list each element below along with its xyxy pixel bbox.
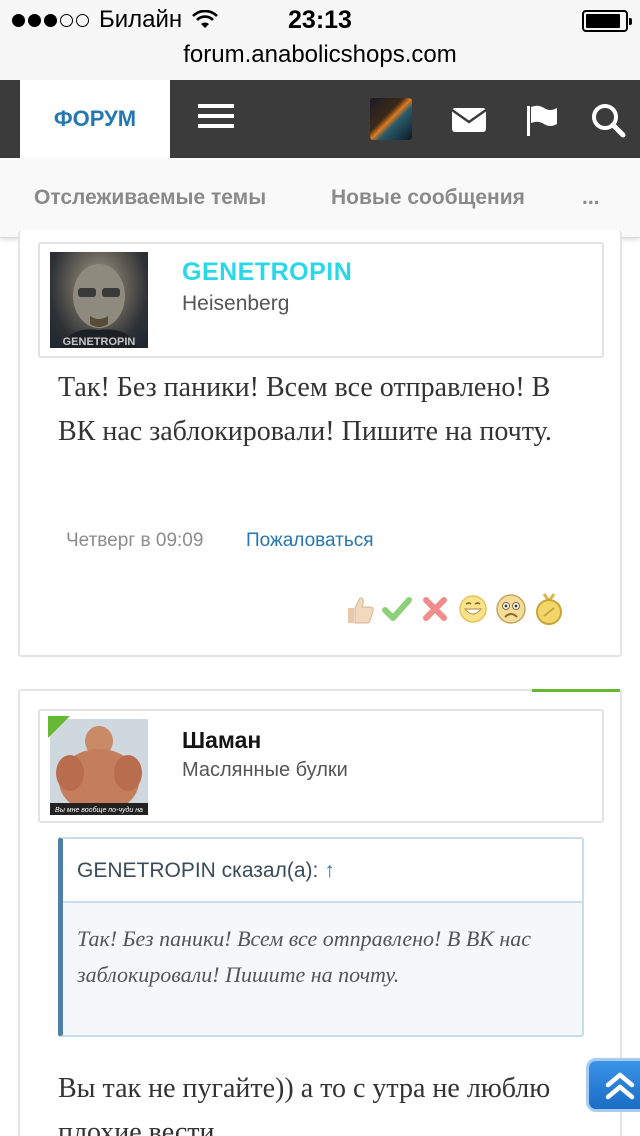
user-avatar[interactable]: [370, 98, 412, 140]
avatar-image: GENETROPIN: [50, 252, 148, 348]
quote-text: Так! Без паники! Всем все отправлено! В …: [77, 926, 532, 987]
status-bar: Билайн 23:13: [0, 0, 640, 40]
post: Вы мне вообще по-чуди на Шаман Маслянные…: [18, 689, 622, 1136]
new-post-indicator: [532, 689, 620, 692]
quote-header: GENETROPIN сказал(а): ↑: [63, 839, 582, 903]
tab-watched-threads[interactable]: Отслеживаемые темы: [34, 186, 266, 210]
username[interactable]: GENETROPIN: [182, 258, 352, 287]
tab-more[interactable]: ...: [582, 186, 600, 210]
search-icon[interactable]: [588, 100, 628, 140]
url-bar[interactable]: forum.anabolicshops.com: [0, 40, 640, 80]
sub-navigation: Отслеживаемые темы Новые сообщения ...: [0, 158, 640, 238]
avatar[interactable]: GENETROPIN: [40, 244, 158, 354]
post-date[interactable]: Четверг в 09:09: [66, 530, 203, 552]
menu-icon[interactable]: [198, 104, 234, 132]
grin-icon[interactable]: [456, 592, 490, 626]
quote-block: GENETROPIN сказал(а): ↑ Так! Без паники! …: [58, 837, 584, 1037]
flag-icon[interactable]: [522, 100, 562, 140]
report-link[interactable]: Пожаловаться: [246, 530, 374, 552]
double-chevron-up-icon: [605, 1072, 635, 1100]
battery-icon: [582, 10, 632, 32]
cross-icon[interactable]: [418, 592, 452, 626]
avatar-caption: GENETROPIN: [63, 336, 136, 348]
medal-icon[interactable]: [532, 592, 566, 626]
message-body: Вы так не пугайте)) а то с утра не люблю…: [58, 1073, 551, 1136]
scroll-to-top-button[interactable]: [586, 1058, 640, 1112]
post-author-block: GENETROPIN GENETROPIN Heisenberg: [38, 242, 604, 358]
tab-forum[interactable]: ФОРУМ: [20, 80, 170, 158]
post: GENETROPIN GENETROPIN Heisenberg Так! Бе…: [18, 230, 622, 657]
avatar[interactable]: Вы мне вообще по-чуди на: [40, 711, 158, 821]
clock: 23:13: [288, 6, 352, 34]
mail-icon[interactable]: [449, 100, 489, 140]
avatar-caption: Вы мне вообще по-чуди на: [55, 806, 143, 814]
user-title: Heisenberg: [182, 292, 290, 315]
post-author-block: Вы мне вообще по-чуди на Шаман Маслянные…: [38, 709, 604, 823]
online-indicator: [48, 716, 70, 738]
quote-author[interactable]: GENETROPIN сказал(а):: [77, 859, 318, 882]
check-icon[interactable]: [380, 592, 414, 626]
rating-bar: [342, 592, 566, 626]
forum-navbar: ФОРУМ: [0, 80, 640, 158]
username[interactable]: Шаман: [182, 727, 261, 754]
quote-jump-arrow-icon[interactable]: ↑: [324, 859, 335, 882]
tab-new-messages[interactable]: Новые сообщения: [331, 186, 525, 210]
thumbs-up-icon[interactable]: [342, 592, 376, 626]
user-title: Маслянные булки: [182, 759, 348, 781]
message-body: Так! Без паники! Всем все отправлено! В …: [58, 372, 552, 447]
sad-icon[interactable]: [494, 592, 528, 626]
